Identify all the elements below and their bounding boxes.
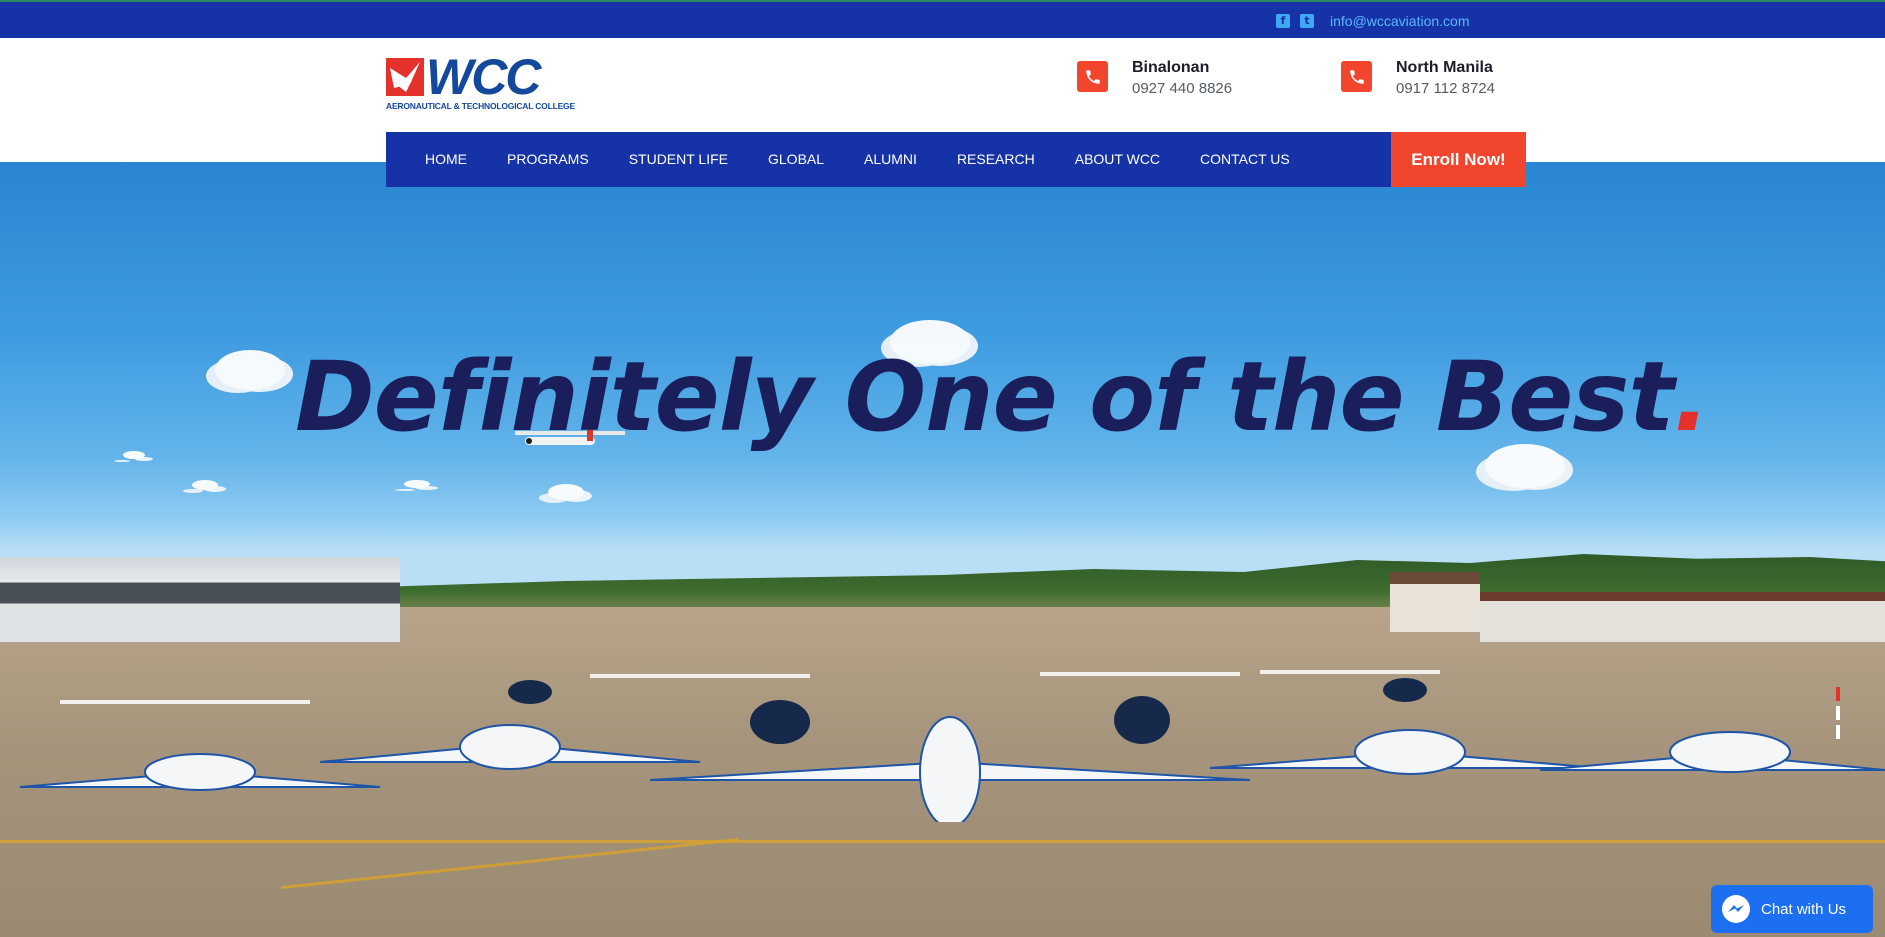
hero-headline-dot: . [1673, 341, 1709, 453]
hero-headline: Definitely One of the Best. [295, 347, 1710, 447]
nav-item-alumni[interactable]: ALUMNI [864, 132, 917, 187]
phone-icon [1341, 61, 1372, 92]
main-nav: HOME PROGRAMS STUDENT LIFE GLOBAL ALUMNI… [386, 132, 1526, 187]
nav-item-contact-us[interactable]: CONTACT US [1200, 132, 1290, 187]
contact-city: Binalonan [1132, 59, 1210, 76]
hero-banner: Definitely One of the Best. [0, 162, 1885, 937]
cloud [548, 484, 584, 500]
taxi-line [0, 840, 1885, 843]
enroll-now-button[interactable]: Enroll Now! [1391, 132, 1526, 187]
nav-item-global[interactable]: GLOBAL [768, 132, 824, 187]
nav-item-student-life[interactable]: STUDENT LIFE [629, 132, 728, 187]
logo-subtitle: AERONAUTICAL & TECHNOLOGICAL COLLEGE [386, 101, 575, 111]
cloud [404, 480, 430, 488]
email-link[interactable]: info@wccaviation.com [1330, 13, 1470, 29]
contact-binalonan: Binalonan 0927 440 8826 [1077, 58, 1232, 100]
logo-wordmark: WCC [426, 49, 541, 105]
nav-item-research[interactable]: RESEARCH [957, 132, 1035, 187]
facebook-icon[interactable]: f [1276, 14, 1290, 28]
slide-dot-3[interactable] [1836, 725, 1840, 739]
top-bar: f t info@wccaviation.com [0, 0, 1885, 38]
cloud [215, 350, 285, 390]
messenger-icon [1722, 895, 1750, 923]
contact-phone[interactable]: 0927 440 8826 [1132, 78, 1232, 100]
slide-dot-2[interactable] [1836, 706, 1840, 720]
phone-icon [1077, 61, 1108, 92]
contact-phone[interactable]: 0917 112 8724 [1396, 78, 1495, 100]
hero-headline-text: Definitely One of the Best [295, 341, 1674, 453]
contact-north-manila: North Manila 0917 112 8724 [1341, 58, 1495, 100]
nav-item-home[interactable]: HOME [425, 132, 467, 187]
slider-indicator [1836, 687, 1840, 739]
nav-item-programs[interactable]: PROGRAMS [507, 132, 589, 187]
bird-logo-icon [386, 58, 424, 96]
wcc-logo[interactable]: WCC AERONAUTICAL & TECHNOLOGICAL COLLEGE [386, 52, 598, 112]
chat-with-us-button[interactable]: Chat with Us [1711, 885, 1873, 933]
cloud [192, 480, 218, 490]
parked-aircraft [19, 670, 1885, 822]
chat-label: Chat with Us [1761, 900, 1847, 918]
cloud [123, 451, 145, 459]
twitter-icon[interactable]: t [1300, 14, 1314, 28]
nav-item-about-wcc[interactable]: ABOUT WCC [1075, 132, 1160, 187]
contact-city: North Manila [1396, 59, 1493, 76]
social-links: f t info@wccaviation.com [1276, 13, 1470, 29]
slide-dot-1[interactable] [1836, 687, 1840, 701]
